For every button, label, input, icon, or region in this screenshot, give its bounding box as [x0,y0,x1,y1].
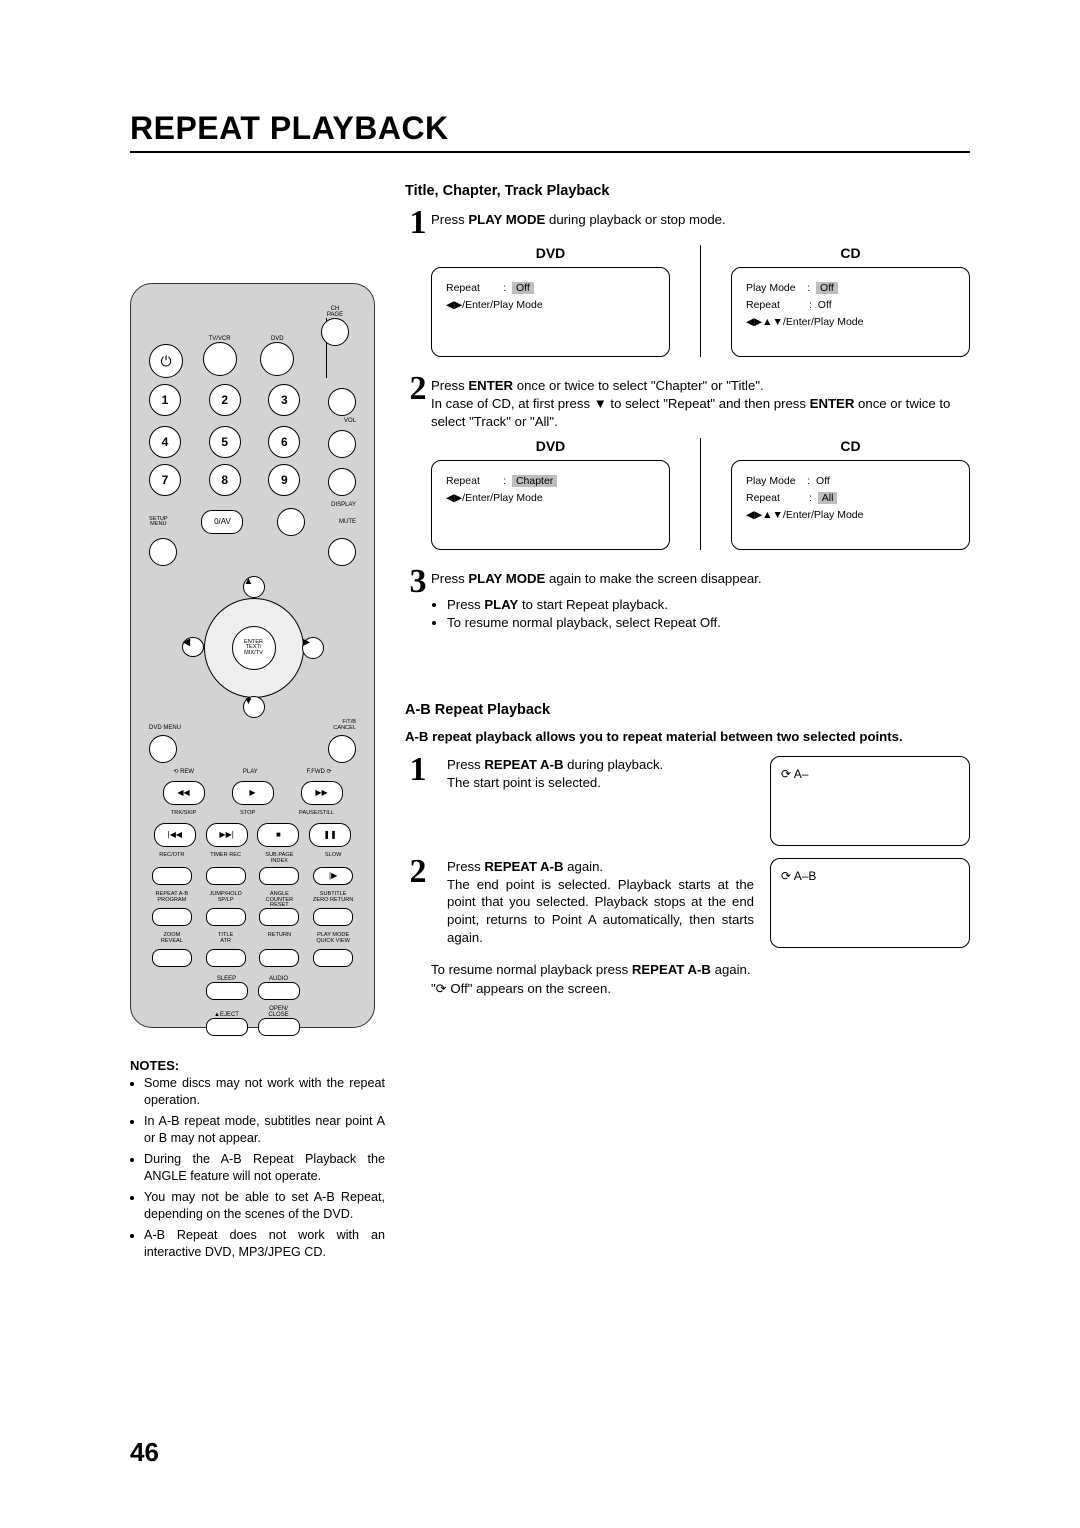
osd-screen-cd-1: Play Mode : Off Repeat : Off ◀▶▲▼/Enter/… [731,267,970,357]
notes-list: Some discs may not work with the repeat … [130,1075,385,1261]
remote-dpad: ▲ ▼ ◀ ▶ ENTER TEXT/ MIX/TV [178,572,328,722]
note-item: A-B Repeat does not work with an interac… [144,1227,385,1261]
remote-num-9: 9 [268,464,300,496]
step-number: 3 [405,568,431,631]
osd-screen-ab-2: ⟳ A–B [770,858,970,948]
screen-label-dvd: DVD [431,438,670,454]
remote-lbl-r1-3: SUBTITLE ZERO RETURN [310,892,356,908]
remote-lbl-ffwd: F.FWD ⟳ [307,769,332,775]
remote-lbl-r2-1: TITLE ATR [203,933,249,949]
note-item: During the A-B Repeat Playback the ANGLE… [144,1151,385,1185]
remote-lbl-dvdmenu: DVD MENU [149,725,181,731]
section-intro: A-B repeat playback allows you to repeat… [405,728,970,746]
remote-num-4: 4 [149,426,181,458]
screen-label-dvd: DVD [431,245,670,261]
remote-lbl-sub: SUB.PAGE INDEX [257,853,303,867]
remote-lbl-eject: ▲EJECT [206,1012,248,1018]
remote-lbl-play: PLAY [243,769,258,775]
resume-text: To resume normal playback press REPEAT A… [431,960,970,1000]
remote-lbl-stop: STOP [240,811,255,817]
osd-screen-ab-1: ⟳ A– [770,756,970,846]
remote-illustration: ⏻ TV/VCR DVD CH PAGE 1 2 3 VOL 4 5 6 [130,283,375,1028]
remote-num-2: 2 [209,384,241,416]
remote-lbl-mute: MUTE [339,519,356,525]
osd-screen-cd-2: Play Mode : Off Repeat : All ◀▶▲▼/Enter/… [731,460,970,550]
step-text: Press ENTER once or twice to select "Cha… [431,375,970,430]
page-number: 46 [130,1437,159,1468]
remote-0av: 0/AV [201,510,243,534]
remote-lbl-audio: AUDIO [258,976,300,982]
remote-lbl-r2-2: RETURN [257,933,303,949]
section-heading-1: Title, Chapter, Track Playback [405,183,970,199]
remote-num-6: 6 [268,426,300,458]
remote-lbl-open: OPEN/ CLOSE [258,1006,300,1018]
remote-lbl-sleep: SLEEP [206,976,248,982]
title-rule [130,151,970,153]
power-icon: ⏻ [149,344,183,378]
remote-lbl-setup: SETUP MENU [149,517,168,528]
step-number: 2 [405,375,431,430]
remote-lbl-r1-0: REPEAT A-B PROGRAM [149,892,195,908]
remote-lbl-ftb: F/T/B CANCEL [333,720,356,731]
screen-label-cd: CD [731,438,970,454]
osd-screen-dvd-1: Repeat : Off ◀▶/Enter/Play Mode [431,267,670,357]
note-item: You may not be able to set A-B Repeat, d… [144,1189,385,1223]
remote-lbl-slow: SLOW [310,853,356,867]
notes-heading: NOTES: [130,1058,385,1073]
remote-num-8: 8 [209,464,241,496]
step-text: Press PLAY MODE during playback or stop … [431,209,970,237]
remote-lbl-trk: TRK/SKIP [171,811,197,817]
remote-num-3: 3 [268,384,300,416]
remote-lbl-pause: PAUSE/STILL [299,811,334,817]
repeat-icon: ⟳ A–B [781,869,816,883]
remote-lbl-rew: ⟲ REW [173,769,194,775]
repeat-icon: ⟳ A– [781,767,808,781]
note-item: In A-B repeat mode, subtitles near point… [144,1113,385,1147]
remote-lbl-rec: REC/OTR [149,853,195,867]
remote-num-5: 5 [209,426,241,458]
remote-enter: ENTER TEXT/ MIX/TV [232,626,276,670]
step-text: Press REPEAT A-B again. The end point is… [447,858,754,947]
step-number: 1 [405,756,431,784]
step-number: 2 [405,858,431,886]
step-text: Press PLAY MODE again to make the screen… [431,568,970,631]
remote-lbl-r2-3: PLAY MODE QUICK VIEW [310,933,356,949]
screen-label-cd: CD [731,245,970,261]
step-text: Press REPEAT A-B during playback. The st… [447,756,754,792]
page-title: REPEAT PLAYBACK [130,110,970,147]
note-item: Some discs may not work with the repeat … [144,1075,385,1109]
remote-lbl-timer: TIMER REC [203,853,249,867]
section-heading-2: A-B Repeat Playback [405,702,970,718]
remote-lbl-vol: VOL [149,418,356,424]
remote-lbl-ch: CH PAGE [314,306,356,318]
remote-num-7: 7 [149,464,181,496]
step-number: 1 [405,209,431,237]
remote-lbl-r2-0: ZOOM REVEAL [149,933,195,949]
osd-screen-dvd-2: Repeat : Chapter ◀▶/Enter/Play Mode [431,460,670,550]
remote-num-1: 1 [149,384,181,416]
remote-lbl-r1-2: ANGLE COUNTER RESET [257,892,303,908]
remote-lbl-r1-1: JUMP/HOLD SP/LP [203,892,249,908]
